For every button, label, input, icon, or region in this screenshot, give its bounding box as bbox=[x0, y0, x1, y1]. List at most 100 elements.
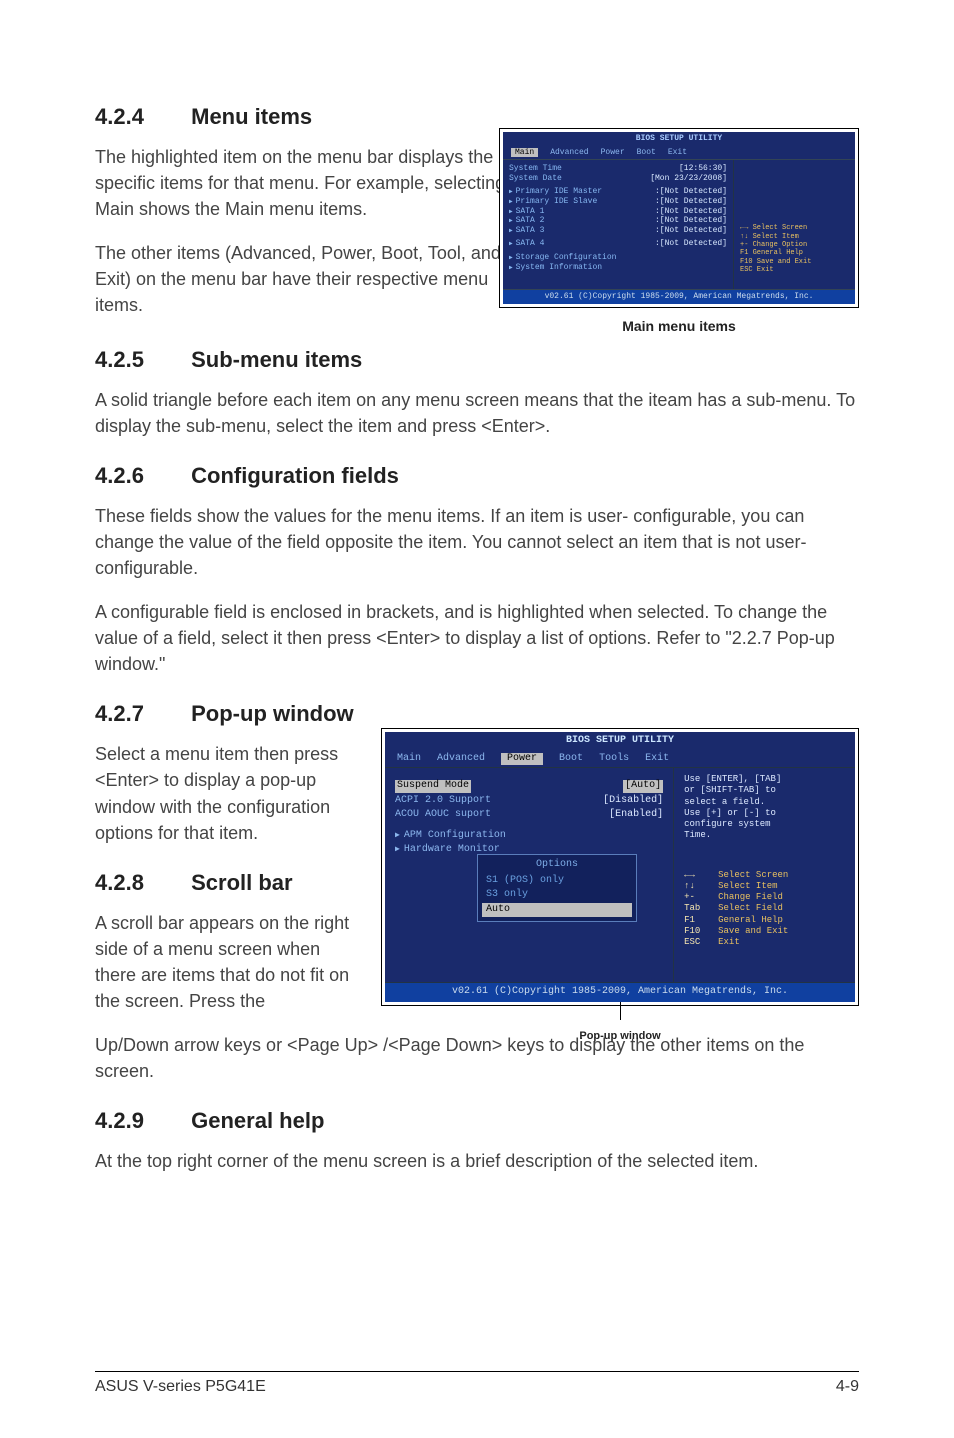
legend-text: Change Field bbox=[718, 892, 783, 902]
bios2-tab-exit: Exit bbox=[645, 753, 669, 766]
bios2-row-val: [Enabled] bbox=[609, 809, 663, 822]
bios1-row-lbl: SATA 3 bbox=[509, 226, 544, 236]
bios2-copyright: v02.61 (C)Copyright 1985-2009, American … bbox=[385, 982, 855, 1002]
bios1-row-lbl: Storage Configuration bbox=[509, 253, 616, 263]
bios2-screen: BIOS SETUP UTILITY Main Advanced Power B… bbox=[385, 732, 855, 1002]
heading-text: Pop-up window bbox=[191, 701, 354, 726]
heading-text: Configuration fields bbox=[191, 463, 399, 488]
help-line: select a field. bbox=[684, 797, 845, 808]
help-line: Use [ENTER], [TAB] bbox=[684, 774, 845, 785]
bios1-row-lbl: System Information bbox=[509, 263, 602, 273]
legend-text: Exit bbox=[718, 937, 740, 947]
heading-num: 4.2.6 bbox=[95, 463, 185, 489]
heading-426: 4.2.6 Configuration fields bbox=[95, 463, 859, 489]
bios2-tab-power: Power bbox=[501, 753, 543, 766]
bios1-row-val: :[Not Detected] bbox=[655, 197, 727, 207]
bios2-popup: Options S1 (POS) only S3 only Auto bbox=[477, 854, 637, 922]
help-line: configure system bbox=[684, 819, 845, 830]
popup-option: S3 only bbox=[482, 888, 632, 903]
bios1-tab-advanced: Advanced bbox=[550, 148, 588, 158]
bios1-row-lbl: Primary IDE Slave bbox=[509, 197, 597, 207]
bios1-row-lbl: Primary IDE Master bbox=[509, 187, 602, 197]
heading-text: Sub-menu items bbox=[191, 347, 362, 372]
popup-option-selected: Auto bbox=[482, 903, 632, 918]
bios1-legend-line: ←→ Select Screen bbox=[740, 224, 849, 232]
bios1-row-val: :[Not Detected] bbox=[655, 239, 727, 249]
bios1-body: System Time [12:56:30] System Date [Mon 23… bbox=[503, 159, 855, 289]
bios1-legend-line: ↑↓ Select Item bbox=[740, 233, 849, 241]
help-line: Use [+] or [-] to bbox=[684, 808, 845, 819]
fig2-callout-line bbox=[381, 1006, 859, 1024]
bios1-row-val: :[Not Detected] bbox=[655, 187, 727, 197]
bios2-row-lbl: APM Configuration bbox=[395, 830, 506, 843]
footer-right: 4-9 bbox=[836, 1378, 859, 1396]
bios2-body: Suspend Mode [Auto] ACPI 2.0 Support [Disa… bbox=[385, 767, 855, 982]
legend-key: +- bbox=[684, 892, 718, 903]
popup-option: S1 (POS) only bbox=[482, 874, 632, 889]
para-426-2: A configurable field is enclosed in brac… bbox=[95, 599, 859, 677]
bios2-row-lbl: ACPI 2.0 Support bbox=[395, 795, 491, 808]
bios1-row-lbl: System Time bbox=[509, 164, 562, 174]
bios1-left: System Time [12:56:30] System Date [Mon 23… bbox=[503, 160, 734, 289]
bios1-tab-boot: Boot bbox=[637, 148, 656, 158]
legend-key: F1 bbox=[684, 915, 718, 926]
bios2-tab-main: Main bbox=[397, 753, 421, 766]
help-line: Time. bbox=[684, 830, 845, 841]
heading-num: 4.2.9 bbox=[95, 1108, 185, 1134]
bios2-left: Suspend Mode [Auto] ACPI 2.0 Support [Disa… bbox=[385, 768, 674, 982]
bios2-tab-tools: Tools bbox=[599, 753, 629, 766]
bios2-row-lbl: ACOU AOUC suport bbox=[395, 809, 491, 822]
heading-429: 4.2.9 General help bbox=[95, 1108, 859, 1134]
help-line: or [SHIFT-TAB] to bbox=[684, 785, 845, 796]
bios2-menubar: Main Advanced Power Boot Tools Exit bbox=[385, 751, 855, 768]
para-426-1: These fields show the values for the men… bbox=[95, 503, 859, 581]
para-428-1: A scroll bar appears on the right side o… bbox=[95, 910, 365, 1014]
para-424-2: The other items (Advanced, Power, Boot, … bbox=[95, 240, 535, 318]
bios1-copyright: v02.61 (C)Copyright 1985-2009, American … bbox=[503, 289, 855, 304]
bios2-tab-advanced: Advanced bbox=[437, 753, 485, 766]
bios2-row-val: [Auto] bbox=[623, 780, 663, 793]
bios1-legend-line: F10 Save and Exit bbox=[740, 258, 849, 266]
figure-popup: BIOS SETUP UTILITY Main Advanced Power B… bbox=[381, 728, 859, 1042]
bios1-legend-line: F1 General Help bbox=[740, 249, 849, 257]
bios2-row-val: [Disabled] bbox=[603, 795, 663, 808]
bios2-right: Use [ENTER], [TAB] or [SHIFT-TAB] to sel… bbox=[674, 768, 855, 982]
heading-num: 4.2.8 bbox=[95, 870, 185, 896]
bios1-row-val: [Mon 23/23/2008] bbox=[650, 174, 727, 184]
legend-key: ESC bbox=[684, 937, 718, 948]
legend-text: Save and Exit bbox=[718, 926, 788, 936]
bios2-help: Use [ENTER], [TAB] or [SHIFT-TAB] to sel… bbox=[684, 774, 845, 842]
bios1-row-val: [12:56:30] bbox=[679, 164, 727, 174]
bios1-tab-main: Main bbox=[511, 148, 538, 158]
legend-key: Tab bbox=[684, 903, 718, 914]
legend-key: F10 bbox=[684, 926, 718, 937]
heading-num: 4.2.4 bbox=[95, 104, 185, 130]
bios2-frame: BIOS SETUP UTILITY Main Advanced Power B… bbox=[381, 728, 859, 1006]
heading-427: 4.2.7 Pop-up window bbox=[95, 701, 859, 727]
fig2-caption: Pop-up window bbox=[381, 1030, 859, 1042]
popup-title: Options bbox=[482, 859, 632, 872]
heading-text: General help bbox=[191, 1108, 324, 1133]
legend-text: General Help bbox=[718, 915, 783, 925]
bios1-row-val: :[Not Detected] bbox=[655, 207, 727, 217]
bios1-screen: BIOS SETUP UTILITY Main Advanced Power B… bbox=[503, 132, 855, 304]
bios1-tab-power: Power bbox=[601, 148, 625, 158]
bios1-legend: ←→ Select Screen ↑↓ Select Item +- Chang… bbox=[734, 160, 855, 289]
bios2-row-lbl: Suspend Mode bbox=[395, 780, 471, 793]
legend-key: ↑↓ bbox=[684, 881, 718, 892]
heading-num: 4.2.5 bbox=[95, 347, 185, 373]
figure-main-menu: BIOS SETUP UTILITY Main Advanced Power B… bbox=[499, 128, 859, 334]
para-424-1: The highlighted item on the menu bar dis… bbox=[95, 144, 535, 222]
bios1-row-lbl: SATA 2 bbox=[509, 216, 544, 226]
heading-425: 4.2.5 Sub-menu items bbox=[95, 347, 859, 373]
heading-424: 4.2.4 Menu items bbox=[95, 104, 859, 130]
bios1-frame: BIOS SETUP UTILITY Main Advanced Power B… bbox=[499, 128, 859, 308]
bios1-legend-line: +- Change Option bbox=[740, 241, 849, 249]
para-427-1: Select a menu item then press <Enter> to… bbox=[95, 741, 365, 845]
bios1-row-val: :[Not Detected] bbox=[655, 226, 727, 236]
legend-text: Select Item bbox=[718, 881, 777, 891]
bios1-row-lbl: System Date bbox=[509, 174, 562, 184]
page-footer: ASUS V-series P5G41E 4-9 bbox=[95, 1371, 859, 1396]
heading-num: 4.2.7 bbox=[95, 701, 185, 727]
bios2-tab-boot: Boot bbox=[559, 753, 583, 766]
